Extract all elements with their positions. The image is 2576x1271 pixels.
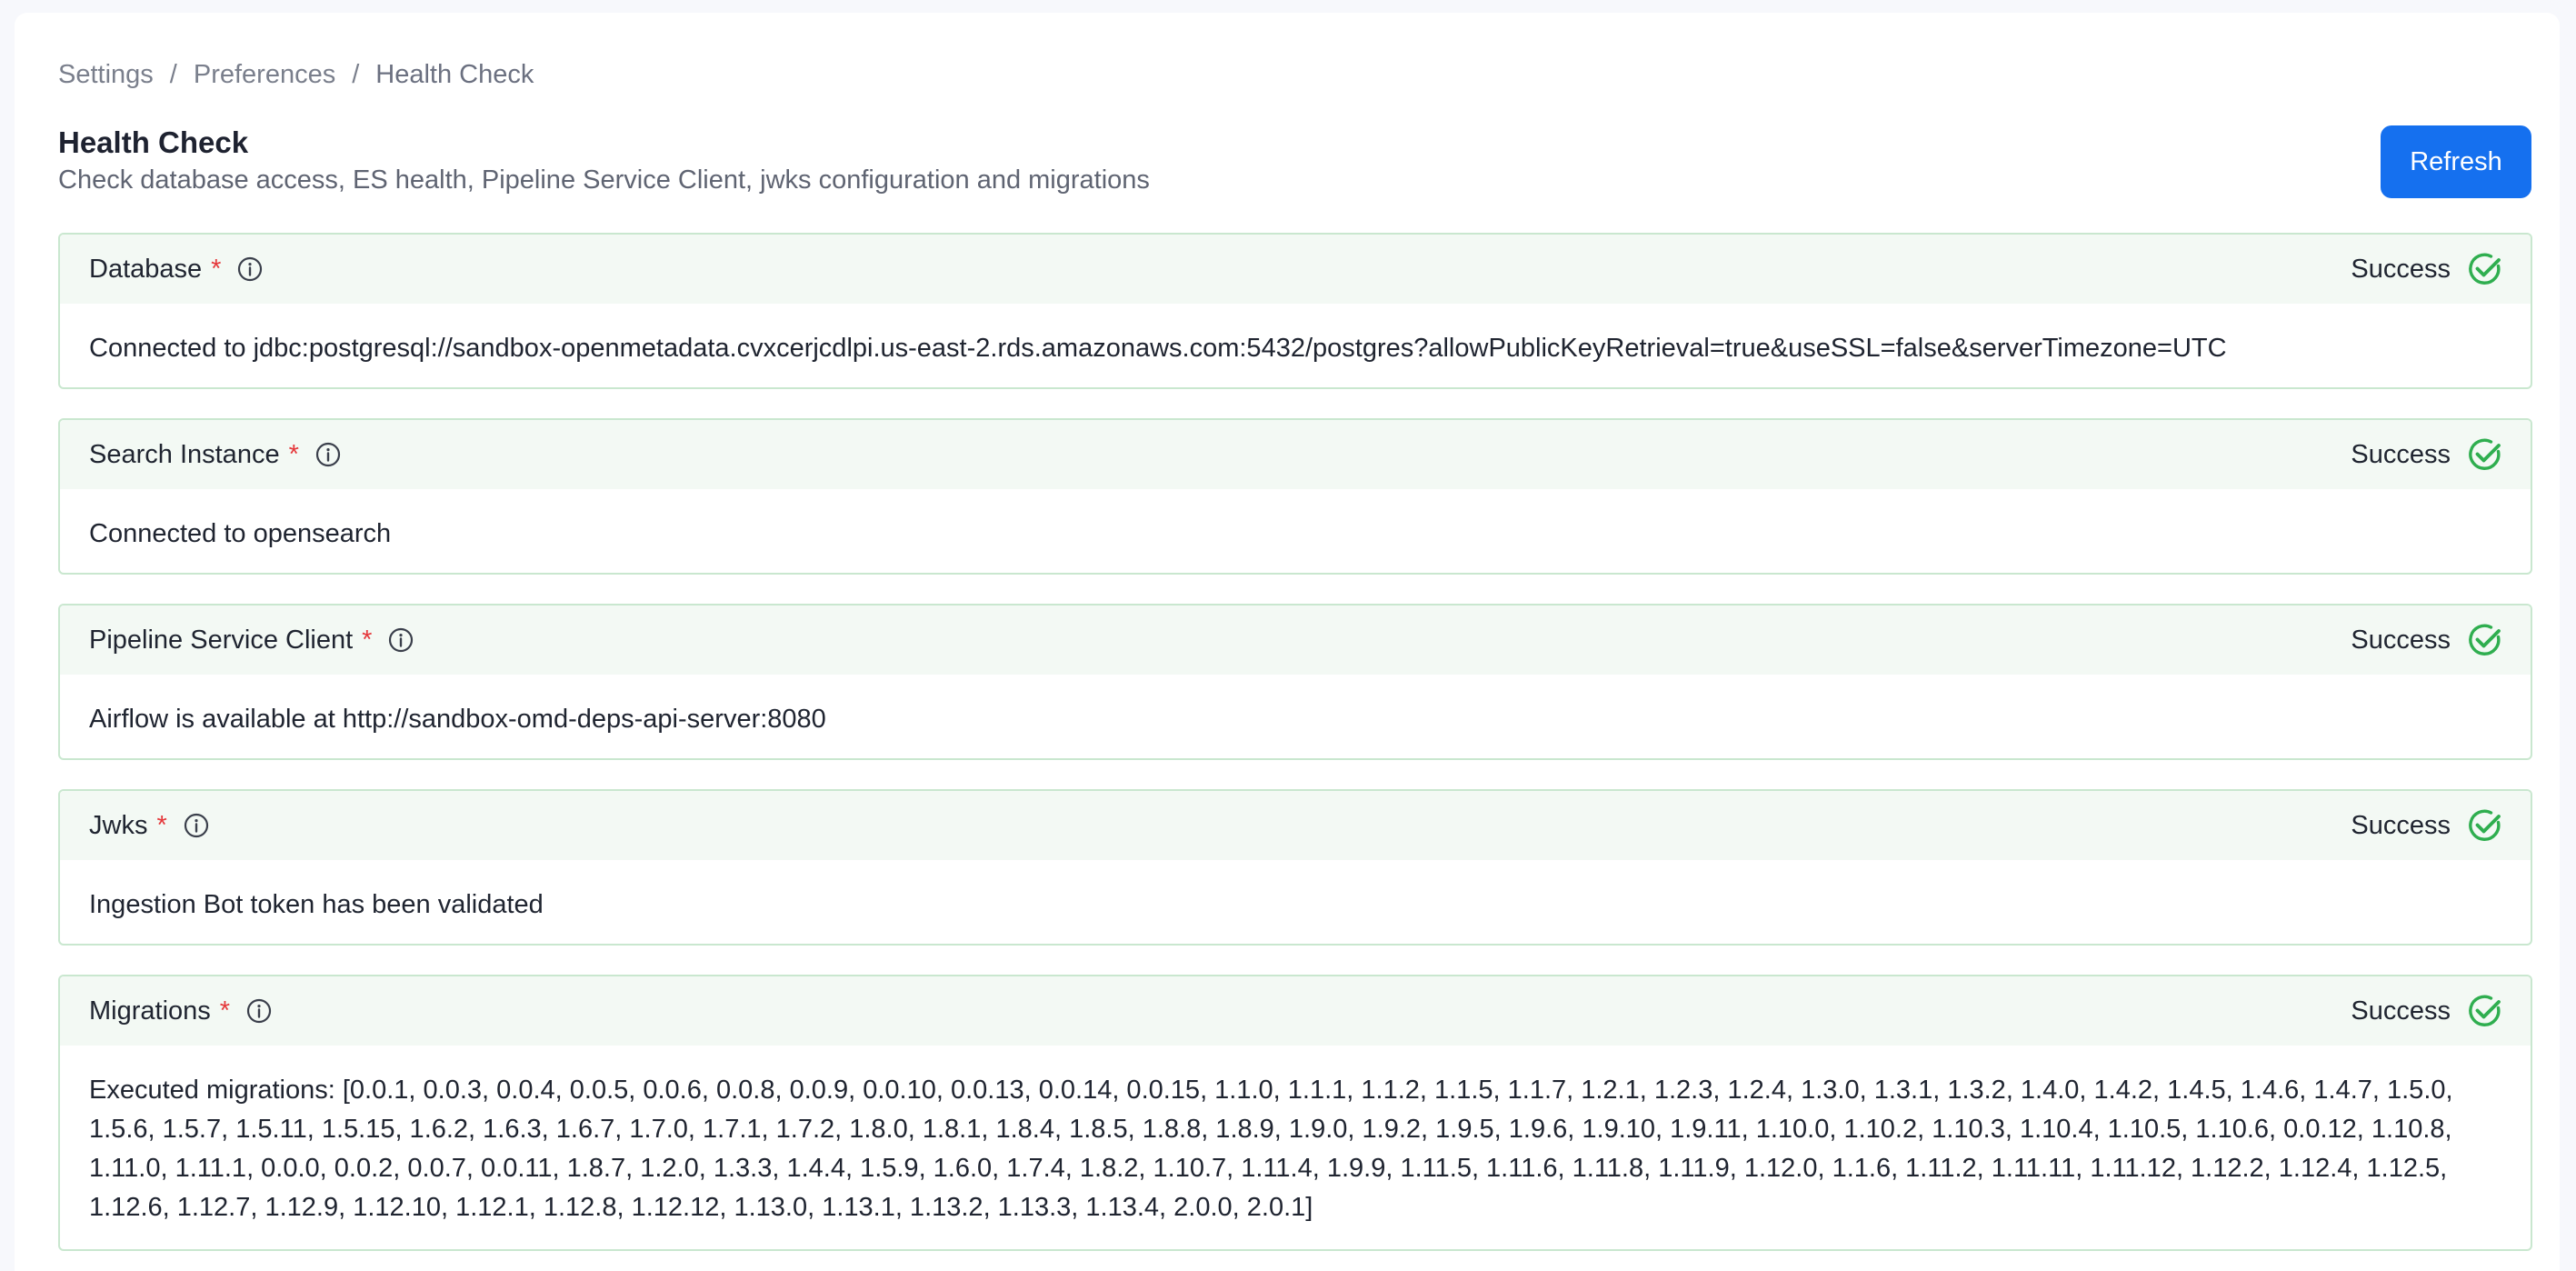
check-message: Ingestion Bot token has been validated	[89, 890, 544, 919]
check-message: Airflow is available at http://sandbox-o…	[89, 705, 826, 734]
page-subtitle: Check database access, ES health, Pipeli…	[58, 165, 1150, 195]
check-card-header: Pipeline Service Client * Success	[60, 605, 2531, 675]
breadcrumb-health-check: Health Check	[375, 60, 534, 89]
breadcrumb-preferences[interactable]: Preferences	[194, 60, 335, 90]
check-card-migrations: Migrations * Success Executed migrations…	[58, 975, 2532, 1251]
check-name: Pipeline Service Client	[89, 625, 354, 655]
settings-page: Settings / Preferences / Health Check He…	[15, 13, 2560, 1271]
check-message: Connected to jdbc:postgresql://sandbox-o…	[89, 334, 2227, 363]
check-circle-icon	[2465, 991, 2505, 1031]
status-text: Success	[2351, 439, 2451, 469]
check-name: Database	[89, 254, 203, 284]
status-text: Success	[2351, 810, 2451, 840]
required-mark: *	[288, 439, 299, 469]
status-text: Success	[2351, 254, 2451, 284]
check-card-header: Search Instance * Success	[60, 420, 2531, 489]
check-card-header: Database * Success	[60, 235, 2531, 304]
check-card-header: Jwks * Success	[60, 791, 2531, 860]
required-mark: *	[219, 996, 231, 1026]
check-circle-icon	[2465, 435, 2505, 475]
required-mark: *	[211, 254, 222, 284]
required-mark: *	[362, 625, 373, 655]
info-icon[interactable]	[184, 813, 209, 838]
check-circle-icon	[2465, 806, 2505, 846]
check-card-pipeline-service-client: Pipeline Service Client * Success Airflo…	[58, 604, 2532, 760]
required-mark: *	[156, 810, 167, 840]
breadcrumb-separator: /	[169, 60, 177, 89]
status-text: Success	[2351, 996, 2451, 1026]
check-card-jwks: Jwks * Success Ingestion Bot token has b…	[58, 789, 2532, 946]
refresh-button[interactable]: Refresh	[2381, 125, 2531, 198]
check-name: Search Instance	[89, 439, 280, 469]
check-status: Success	[2351, 235, 2505, 304]
check-status: Success	[2351, 420, 2505, 489]
info-icon[interactable]	[315, 442, 341, 467]
check-message: Executed migrations: [0.0.1, 0.0.3, 0.0.…	[89, 1076, 2453, 1222]
check-circle-icon	[2465, 620, 2505, 660]
check-card-search-instance: Search Instance * Success Connected to o…	[58, 418, 2532, 575]
check-status: Success	[2351, 605, 2505, 675]
info-icon[interactable]	[388, 627, 414, 653]
check-card-database: Database * Success Connected to jdbc:pos…	[58, 233, 2532, 389]
check-status: Success	[2351, 791, 2505, 860]
status-text: Success	[2351, 625, 2451, 655]
check-name: Jwks	[89, 810, 148, 840]
check-message: Connected to opensearch	[89, 519, 392, 548]
check-card-header: Migrations * Success	[60, 976, 2531, 1046]
breadcrumb-separator: /	[352, 60, 360, 89]
info-icon[interactable]	[237, 256, 263, 282]
breadcrumb: Settings / Preferences / Health Check	[58, 60, 534, 90]
info-icon[interactable]	[246, 998, 272, 1024]
check-circle-icon	[2465, 249, 2505, 289]
check-status: Success	[2351, 976, 2505, 1046]
breadcrumb-settings[interactable]: Settings	[58, 60, 154, 90]
check-name: Migrations	[89, 996, 211, 1026]
page-title: Health Check	[58, 125, 249, 159]
